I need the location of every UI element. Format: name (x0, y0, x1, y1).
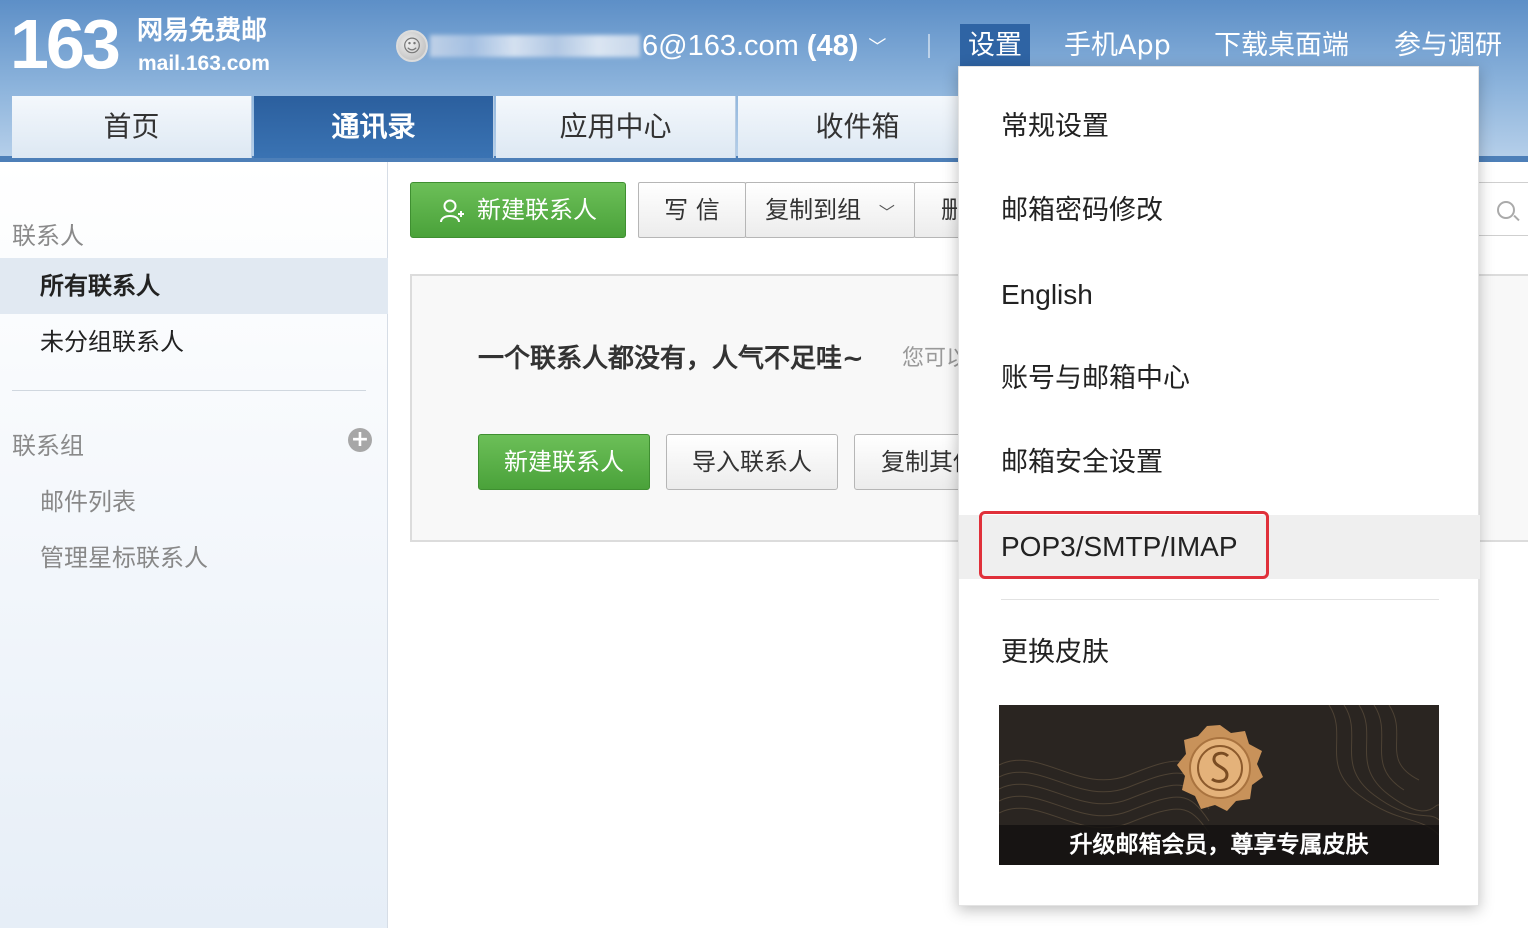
logo-number: 163 (10, 5, 121, 83)
menu-item-general-settings[interactable]: 常规设置 (959, 95, 1480, 159)
header-separator (928, 34, 930, 58)
redacted-username (430, 35, 640, 57)
new-contact-label: 新建联系人 (477, 196, 597, 224)
download-desktop-link[interactable]: 下载桌面端 (1214, 24, 1349, 68)
sidebar-item-mail-list[interactable]: 邮件列表 (40, 482, 136, 517)
add-group-icon[interactable]: + (348, 428, 372, 452)
tab-inbox[interactable]: 收件箱 (738, 96, 978, 158)
highlight-annotation (979, 511, 1269, 579)
brand-logo[interactable]: 163 网易免费邮 mail.163.com (10, 8, 300, 80)
import-contacts-button[interactable]: 导入联系人 (666, 434, 838, 490)
settings-link[interactable]: 设置 (960, 24, 1030, 68)
copy-to-group-label: 复制到组 (765, 196, 862, 224)
menu-item-change-skin[interactable]: 更换皮肤 (959, 621, 1480, 685)
menu-item-english[interactable]: English (959, 263, 1480, 327)
account-email: 6@163.com (642, 29, 799, 62)
groups-section-title: 联系组 (12, 432, 84, 460)
menu-item-change-password[interactable]: 邮箱密码修改 (959, 179, 1480, 243)
empty-new-contact-button[interactable]: 新建联系人 (478, 434, 650, 490)
avatar-icon: ☺ (396, 30, 428, 62)
write-mail-button[interactable]: 写 信 (638, 182, 746, 238)
tab-app-center[interactable]: 应用中心 (496, 96, 736, 158)
menu-item-account-center[interactable]: 账号与邮箱中心 (959, 347, 1480, 411)
mobile-app-link[interactable]: 手机App (1064, 24, 1171, 68)
search-icon (1497, 201, 1515, 219)
chevron-down-icon: ﹀ (868, 37, 887, 58)
add-user-icon (440, 199, 464, 223)
sidebar-item-all-contacts[interactable]: 所有联系人 (0, 258, 388, 314)
vip-banner-text: 升级邮箱会员，尊享专属皮肤 (999, 825, 1439, 865)
unread-count: (48) (806, 29, 859, 62)
contacts-section-title: 联系人 (12, 222, 84, 250)
chevron-down-icon: ﹀ (878, 203, 895, 222)
menu-item-security-settings[interactable]: 邮箱安全设置 (959, 431, 1480, 495)
new-contact-button[interactable]: 新建联系人 (410, 182, 626, 238)
vip-medal-icon (1177, 725, 1263, 811)
sidebar-item-ungrouped[interactable]: 未分组联系人 (0, 314, 388, 370)
copy-to-group-button[interactable]: 复制到组 ﹀ (745, 182, 915, 238)
menu-divider (1001, 599, 1439, 600)
account-switcher[interactable]: ☺ 6@163.com (48) ﹀ (396, 26, 886, 66)
logo-url: mail.163.com (138, 52, 270, 75)
tab-contacts[interactable]: 通讯录 (254, 96, 494, 158)
tab-home[interactable]: 首页 (12, 96, 252, 158)
survey-link[interactable]: 参与调研 (1394, 24, 1502, 68)
settings-dropdown-menu: 常规设置 邮箱密码修改 English 账号与邮箱中心 邮箱安全设置 POP3/… (958, 66, 1480, 906)
sidebar-item-starred[interactable]: 管理星标联系人 (40, 538, 208, 573)
empty-message: 一个联系人都没有，人气不足哇~ (478, 344, 864, 374)
vip-skin-banner[interactable]: 升级邮箱会员，尊享专属皮肤 (999, 705, 1439, 865)
sidebar: 联系人 所有联系人 未分组联系人 联系组 + 邮件列表 管理星标联系人 (0, 162, 388, 928)
sidebar-divider (12, 390, 366, 391)
logo-name: 网易免费邮 (137, 16, 268, 46)
